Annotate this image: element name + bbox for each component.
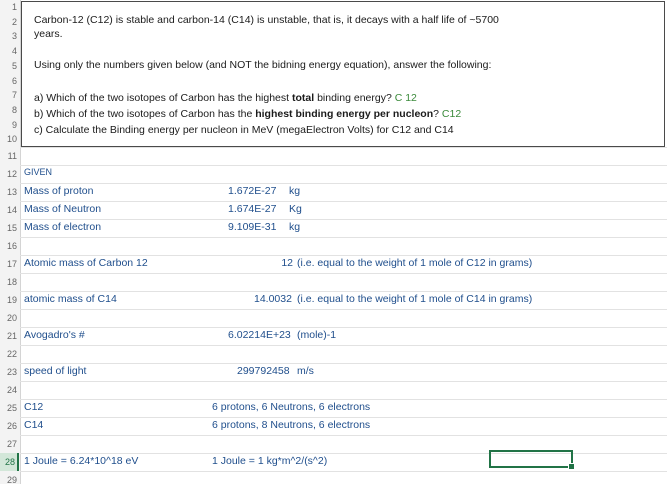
question-b-text: b) Which of the two isotopes of Carbon h… xyxy=(34,108,256,120)
electron-mass-label[interactable]: Mass of electron xyxy=(24,221,101,233)
row-number-21[interactable]: 21 xyxy=(0,327,19,345)
grid-line xyxy=(20,291,667,292)
row-number-28[interactable]: 28 xyxy=(0,453,19,471)
grid-line xyxy=(20,471,667,472)
grid-line xyxy=(20,363,667,364)
row-number-17[interactable]: 17 xyxy=(0,255,19,273)
neutron-mass-unit[interactable]: Kg xyxy=(289,203,302,215)
electron-mass-value[interactable]: 9.109E-31 xyxy=(228,221,276,233)
proton-mass-label[interactable]: Mass of proton xyxy=(24,185,93,197)
question-a-text: a) Which of the two isotopes of Carbon h… xyxy=(34,92,292,104)
row-number-15[interactable]: 15 xyxy=(0,219,19,237)
row-number-6[interactable]: 6 xyxy=(0,74,19,89)
neutron-mass-label[interactable]: Mass of Neutron xyxy=(24,203,101,215)
grid-line xyxy=(20,237,667,238)
row-number-23[interactable]: 23 xyxy=(0,363,19,381)
grid-line xyxy=(20,219,667,220)
row-number-19[interactable]: 19 xyxy=(0,291,19,309)
grid-line xyxy=(20,273,667,274)
row-number-27[interactable]: 27 xyxy=(0,435,19,453)
joule-ev-conversion[interactable]: 1 Joule = 6.24*10^18 eV xyxy=(24,455,138,467)
electron-mass-unit[interactable]: kg xyxy=(289,221,300,233)
row-number-2[interactable]: 2 xyxy=(0,15,19,30)
row-number-5[interactable]: 5 xyxy=(0,59,19,74)
avogadro-label[interactable]: Avogadro's # xyxy=(24,329,85,341)
grid-line xyxy=(20,147,667,148)
row-number-1[interactable]: 1 xyxy=(0,0,19,15)
question-b: b) Which of the two isotopes of Carbon h… xyxy=(34,108,461,120)
question-a-text-end: binding energy? xyxy=(314,92,395,104)
c14-atomic-mass-note[interactable]: (i.e. equal to the weight of 1 mole of C… xyxy=(297,293,532,305)
c14-label[interactable]: C14 xyxy=(24,419,43,431)
row-number-14[interactable]: 14 xyxy=(0,201,19,219)
question-text-box[interactable]: Carbon-12 (C12) is stable and carbon-14 … xyxy=(21,1,665,147)
instruction-line: Using only the numbers given below (and … xyxy=(34,59,492,71)
c12-label[interactable]: C12 xyxy=(24,401,43,413)
row-number-18[interactable]: 18 xyxy=(0,273,19,291)
grid-line xyxy=(20,309,667,310)
row-number-26[interactable]: 26 xyxy=(0,417,19,435)
row-number-29[interactable]: 29 xyxy=(0,471,19,489)
proton-mass-value[interactable]: 1.672E-27 xyxy=(228,185,276,197)
grid-line xyxy=(20,345,667,346)
grid-line xyxy=(20,399,667,400)
given-header[interactable]: GIVEN xyxy=(24,167,52,177)
grid-line xyxy=(20,201,667,202)
question-c: c) Calculate the Binding energy per nucl… xyxy=(34,124,454,136)
grid-line xyxy=(20,417,667,418)
intro-line-1: Carbon-12 (C12) is stable and carbon-14 … xyxy=(34,14,499,26)
answer-a: C 12 xyxy=(394,92,417,104)
c12-atomic-mass-note[interactable]: (i.e. equal to the weight of 1 mole of C… xyxy=(297,257,532,269)
speed-of-light-label[interactable]: speed of light xyxy=(24,365,86,377)
c14-atomic-mass-value[interactable]: 14.0032 xyxy=(254,293,292,305)
c14-composition[interactable]: 6 protons, 8 Neutrons, 6 electrons xyxy=(212,419,370,431)
question-a-bold: total xyxy=(291,92,315,104)
row-number-10[interactable]: 10 xyxy=(0,132,19,147)
neutron-mass-value[interactable]: 1.674E-27 xyxy=(228,203,276,215)
intro-line-2: years. xyxy=(34,28,63,40)
row-number-8[interactable]: 8 xyxy=(0,103,19,118)
c12-atomic-mass-value[interactable]: 12 xyxy=(281,257,293,269)
question-b-text-end: ? xyxy=(433,108,442,120)
speed-of-light-unit[interactable]: m/s xyxy=(297,365,314,377)
row-number-7[interactable]: 7 xyxy=(0,88,19,103)
c14-atomic-mass-label[interactable]: atomic mass of C14 xyxy=(24,293,117,305)
row-number-11[interactable]: 11 xyxy=(0,147,19,165)
row-number-22[interactable]: 22 xyxy=(0,345,19,363)
grid-line xyxy=(20,165,667,166)
row-number-9[interactable]: 9 xyxy=(0,118,19,133)
proton-mass-unit[interactable]: kg xyxy=(289,185,300,197)
avogadro-value[interactable]: 6.02214E+23 xyxy=(228,329,291,341)
row-number-25[interactable]: 25 xyxy=(0,399,19,417)
selected-cell[interactable] xyxy=(489,450,575,470)
c12-composition[interactable]: 6 protons, 6 Neutrons, 6 electrons xyxy=(212,401,370,413)
grid-line xyxy=(20,183,667,184)
grid-line xyxy=(20,435,667,436)
row-number-20[interactable]: 20 xyxy=(0,309,19,327)
speed-of-light-value[interactable]: 299792458 xyxy=(237,365,290,377)
row-number-16[interactable]: 16 xyxy=(0,237,19,255)
row-header-column[interactable]: 1 2 3 4 5 6 7 8 9 10 11 12 13 14 15 16 17 18 19 20 21 22 23 24 2… xyxy=(0,0,21,485)
row-number-4[interactable]: 4 xyxy=(0,44,19,59)
c12-atomic-mass-label[interactable]: Atomic mass of Carbon 12 xyxy=(24,257,148,269)
grid-line xyxy=(20,255,667,256)
question-b-bold: highest binding energy per nucleon xyxy=(255,108,434,120)
row-number-3[interactable]: 3 xyxy=(0,29,19,44)
question-a: a) Which of the two isotopes of Carbon h… xyxy=(34,92,417,104)
grid-line xyxy=(20,327,667,328)
row-number-13[interactable]: 13 xyxy=(0,183,19,201)
fill-handle[interactable] xyxy=(568,463,575,470)
joule-si-definition[interactable]: 1 Joule = 1 kg*m^2/(s^2) xyxy=(212,455,327,467)
row-number-12[interactable]: 12 xyxy=(0,165,19,183)
avogadro-unit[interactable]: (mole)-1 xyxy=(297,329,336,341)
row-number-24[interactable]: 24 xyxy=(0,381,19,399)
answer-b: C12 xyxy=(441,108,462,120)
grid-line xyxy=(20,381,667,382)
